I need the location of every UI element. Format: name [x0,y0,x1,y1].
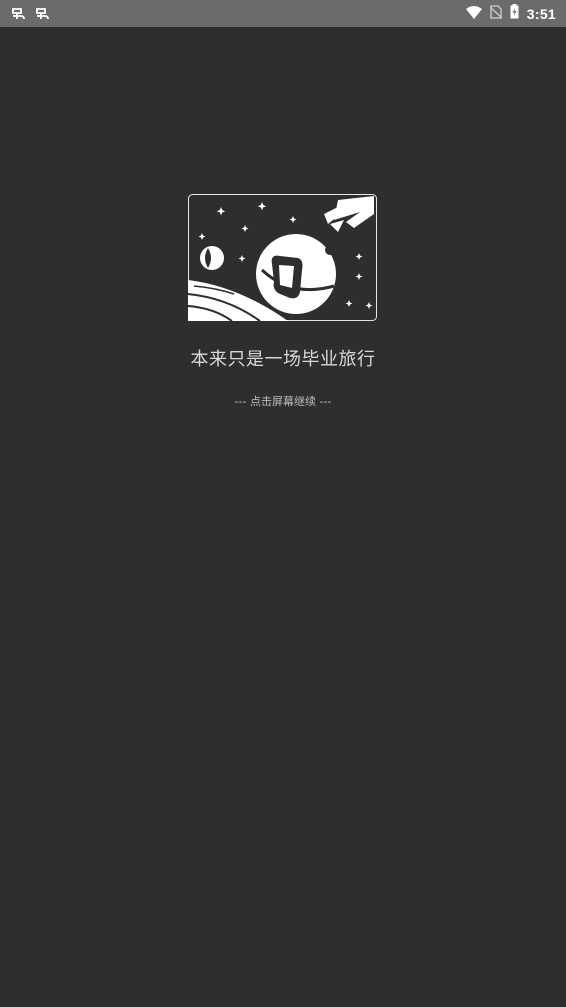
notification-area [10,5,52,23]
wifi-icon [465,4,482,23]
tap-to-continue-hint[interactable]: --- 点击屏幕继续 --- [0,393,566,409]
battery-charging-icon [510,4,519,23]
bug-icon [34,5,52,23]
status-bar: 3:51 [0,0,566,27]
space-planet-illustration [188,194,377,321]
splash-title: 本来只是一场毕业旅行 [190,349,376,370]
splash-screen[interactable]: 3:51 本来只是一场毕业旅行 --- 点击屏幕继续 --- [0,0,566,1007]
system-status-area: 3:51 [465,4,556,23]
no-sim-icon [489,4,503,23]
clock: 3:51 [526,5,556,22]
splash-content[interactable]: 本来只是一场毕业旅行 --- 点击屏幕继续 --- [0,27,566,1007]
bug-icon [10,5,28,23]
